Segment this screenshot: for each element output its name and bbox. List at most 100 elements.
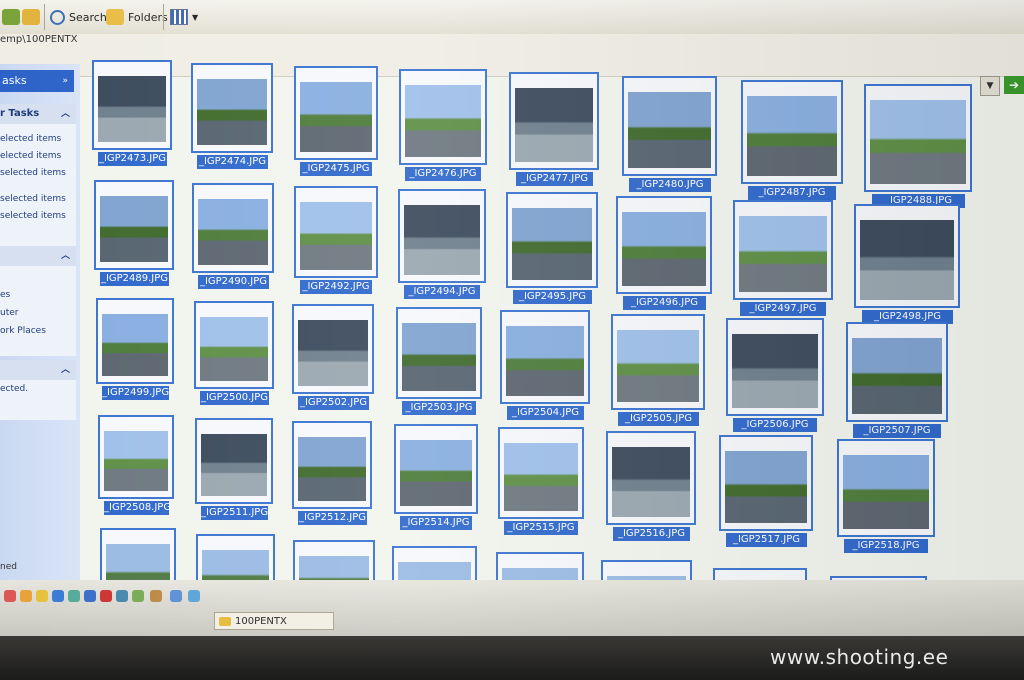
- quicklaunch-icon[interactable]: [20, 590, 32, 602]
- thumbnail-label[interactable]: _IGP2494.JPG: [404, 285, 480, 299]
- thumbnail-label[interactable]: _IGP2504.JPG: [507, 406, 584, 420]
- quicklaunch-icon[interactable]: [100, 590, 112, 602]
- thumbnail-item[interactable]: [606, 431, 696, 525]
- thumbnail-label[interactable]: _IGP2511.JPG: [201, 506, 268, 520]
- tasks-pane-header[interactable]: asks »: [0, 70, 74, 92]
- details-header[interactable]: ︿: [0, 360, 76, 380]
- thumbnail-item[interactable]: [509, 72, 599, 170]
- thumbnail-label[interactable]: _IGP2507.JPG: [853, 424, 941, 438]
- place-link[interactable]: uter: [0, 308, 18, 318]
- tasks-header-label: asks: [2, 74, 27, 87]
- quicklaunch-icon[interactable]: [36, 590, 48, 602]
- thumbnail-item[interactable]: [396, 307, 482, 399]
- thumbnail-item[interactable]: [98, 415, 174, 499]
- thumbnail-item[interactable]: [94, 180, 174, 270]
- thumbnail-label[interactable]: _IGP2506.JPG: [733, 418, 817, 432]
- thumbnail-item[interactable]: [398, 189, 486, 283]
- thumbnail-label[interactable]: _IGP2502.JPG: [298, 396, 369, 410]
- thumbnail-item[interactable]: [741, 80, 843, 184]
- folders-button[interactable]: Folders: [106, 6, 168, 28]
- thumbnail-item[interactable]: [854, 204, 960, 308]
- task-link[interactable]: elected items: [0, 134, 61, 144]
- thumbnail-label[interactable]: _IGP2500.JPG: [200, 391, 269, 405]
- thumbnail-item[interactable]: [292, 304, 374, 394]
- thumbnail-label[interactable]: _IGP2516.JPG: [613, 527, 690, 541]
- thumbnail-label[interactable]: _IGP2508.JPG: [104, 501, 171, 515]
- address-dropdown-button[interactable]: ▼: [980, 76, 1000, 96]
- thumbnail-item[interactable]: [292, 421, 372, 509]
- thumbnail-label[interactable]: _IGP2473.JPG: [98, 152, 167, 166]
- file-tasks-header[interactable]: r Tasks ︿: [0, 104, 76, 124]
- place-link[interactable]: ork Places: [0, 326, 46, 336]
- thumbnail-item[interactable]: [194, 301, 274, 389]
- task-link[interactable]: selected items: [0, 194, 66, 204]
- toolbar: Search Folders ▼: [0, 0, 1024, 35]
- thumbnail-item[interactable]: [192, 183, 274, 273]
- place-link[interactable]: es: [0, 290, 10, 300]
- other-places-header[interactable]: ︿: [0, 246, 76, 266]
- thumbnail-item[interactable]: [394, 424, 478, 514]
- quicklaunch-icon[interactable]: [132, 590, 144, 602]
- folder-up-button[interactable]: [22, 6, 40, 28]
- quicklaunch-icon[interactable]: [68, 590, 80, 602]
- thumbnail-item[interactable]: [294, 66, 378, 160]
- quicklaunch-icon[interactable]: [52, 590, 64, 602]
- thumbnail-label[interactable]: _IGP2497.JPG: [740, 302, 826, 316]
- thumbnail-label[interactable]: _IGP2489.JPG: [100, 272, 169, 286]
- thumbnail-label[interactable]: _IGP2490.JPG: [198, 275, 269, 289]
- quicklaunch-icon[interactable]: [150, 590, 162, 602]
- address-path[interactable]: emp\100PENTX: [0, 34, 78, 45]
- thumbnail-label[interactable]: _IGP2492.JPG: [300, 280, 372, 294]
- task-link[interactable]: selected items: [0, 168, 66, 178]
- thumbnail-label[interactable]: _IGP2503.JPG: [402, 401, 476, 415]
- thumbnail-item[interactable]: [506, 192, 598, 288]
- thumbnail-item[interactable]: [837, 439, 935, 537]
- thumbnail-item[interactable]: [864, 84, 972, 192]
- thumbnail-label[interactable]: _IGP2512.JPG: [298, 511, 367, 525]
- back-button[interactable]: [2, 6, 20, 28]
- search-button[interactable]: Search: [50, 6, 107, 28]
- thumbnail-label[interactable]: _IGP2505.JPG: [618, 412, 699, 426]
- thumbnail-label[interactable]: _IGP2496.JPG: [623, 296, 706, 310]
- task-link[interactable]: elected items: [0, 151, 61, 161]
- thumbnail-item[interactable]: [92, 60, 172, 150]
- thumbnail-item[interactable]: [733, 200, 833, 300]
- thumbnail-label[interactable]: _IGP2518.JPG: [844, 539, 928, 553]
- thumbnail-item[interactable]: [399, 69, 487, 165]
- thumbnail-item[interactable]: [611, 314, 705, 410]
- thumbnail-label[interactable]: _IGP2476.JPG: [405, 167, 481, 181]
- thumbnail-label[interactable]: _IGP2477.JPG: [516, 172, 593, 186]
- thumbnail-label[interactable]: _IGP2514.JPG: [400, 516, 472, 530]
- thumbnail-item[interactable]: [719, 435, 813, 531]
- thumbnail-item[interactable]: [96, 298, 174, 384]
- quicklaunch-icon[interactable]: [4, 590, 16, 602]
- thumbnail-item[interactable]: [191, 63, 273, 153]
- thumbnail-label[interactable]: _IGP2517.JPG: [726, 533, 807, 547]
- thumbnail-item[interactable]: [195, 418, 273, 504]
- thumbnail-label[interactable]: _IGP2515.JPG: [504, 521, 578, 535]
- thumbnail-item[interactable]: [500, 310, 590, 404]
- thumbnail-item[interactable]: [616, 196, 712, 294]
- thumbnail-item[interactable]: [726, 318, 824, 416]
- thumbnail-label[interactable]: _IGP2495.JPG: [513, 290, 592, 304]
- thumbnail-label[interactable]: _IGP2480.JPG: [629, 178, 711, 192]
- thumbnail-item[interactable]: [622, 76, 717, 176]
- thumbnail-item[interactable]: [294, 186, 378, 278]
- thumbnail-item[interactable]: [498, 427, 584, 519]
- thumbnail-label[interactable]: _IGP2475.JPG: [300, 162, 372, 176]
- thumbnail-label[interactable]: _IGP2499.JPG: [102, 386, 169, 400]
- views-button[interactable]: ▼: [170, 6, 198, 28]
- taskbar-window-button[interactable]: 100PENTX: [214, 612, 334, 630]
- task-link[interactable]: selected items: [0, 211, 66, 221]
- quicklaunch-icon[interactable]: [188, 590, 200, 602]
- quicklaunch-icon[interactable]: [116, 590, 128, 602]
- quicklaunch-icon[interactable]: [170, 590, 182, 602]
- taskbar-window-label: 100PENTX: [235, 616, 287, 627]
- thumbnail-image: [400, 440, 472, 506]
- go-button[interactable]: ➔: [1004, 76, 1024, 94]
- thumbnail-label[interactable]: _IGP2474.JPG: [197, 155, 268, 169]
- thumbnail-label[interactable]: _IGP2487.JPG: [748, 186, 836, 200]
- thumbnail-item[interactable]: [846, 322, 948, 422]
- thumbnail-image: [852, 338, 942, 414]
- quicklaunch-icon[interactable]: [84, 590, 96, 602]
